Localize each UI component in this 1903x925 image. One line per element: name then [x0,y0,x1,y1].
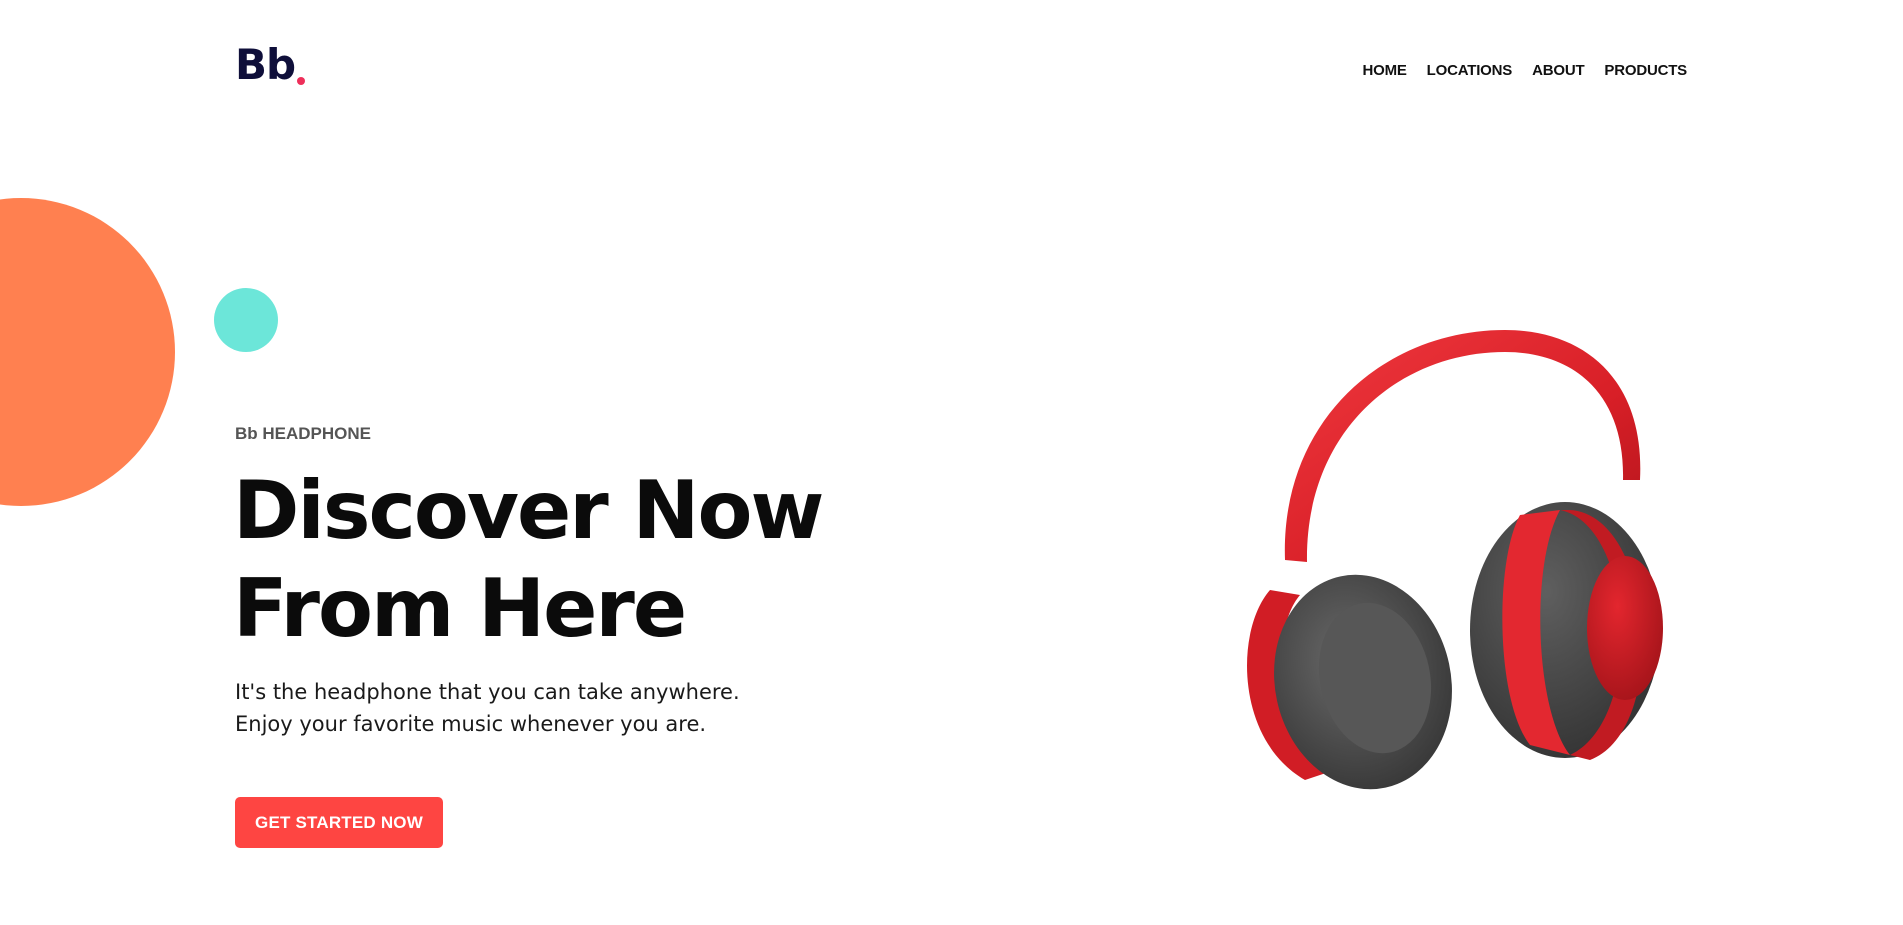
hero-description: It's the headphone that you can take any… [235,676,835,740]
headphones-illustration [1247,330,1663,790]
get-started-button[interactable]: GET STARTED NOW [235,797,443,848]
hero-headline-line-2: From Here [233,562,687,655]
landing-page: Bb HOME LOCATIONS ABOUT PRODUCTS Bb HEAD… [0,0,1903,925]
right-cap-shape [1587,556,1663,700]
nav-about-link[interactable]: ABOUT [1532,62,1585,79]
hero-headline: Discover Now From Here [233,462,933,658]
main-nav: HOME LOCATIONS ABOUT PRODUCTS [1362,62,1687,79]
decorative-teal-circle [214,288,278,352]
hero-description-line-2: Enjoy your favorite music whenever you a… [235,712,707,736]
nav-locations-link[interactable]: LOCATIONS [1427,62,1513,79]
hero-headline-line-1: Discover Now [233,464,824,557]
nav-home-link[interactable]: HOME [1362,62,1406,79]
decorative-orange-circle [0,198,175,506]
logo[interactable]: Bb [235,44,296,86]
nav-products-link[interactable]: PRODUCTS [1604,62,1687,79]
logo-dot [297,77,305,85]
hero-description-line-1: It's the headphone that you can take any… [235,680,740,704]
hero-eyebrow: Bb HEADPHONE [235,424,372,443]
